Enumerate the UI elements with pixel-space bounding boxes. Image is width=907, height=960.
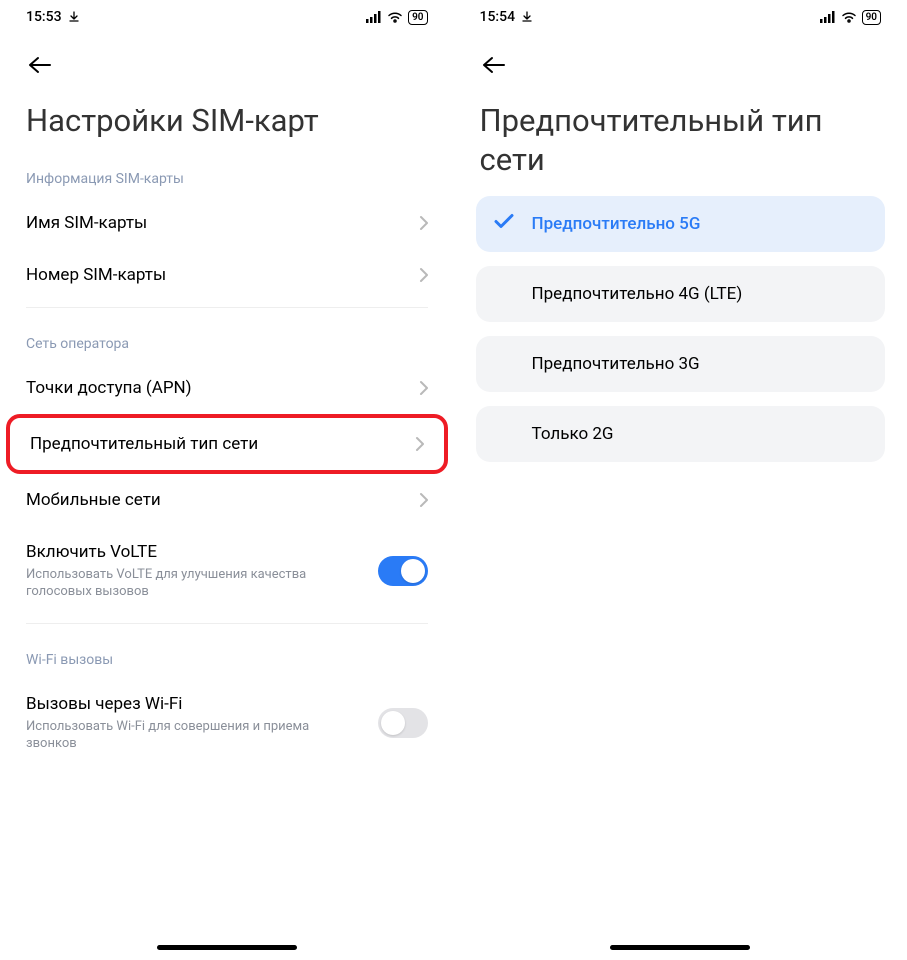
signal-icon [366, 11, 382, 23]
battery-level: 90 [412, 11, 423, 24]
row-sim-number[interactable]: Номер SIM-карты [0, 249, 454, 301]
signal-icon [820, 11, 836, 23]
option-2g[interactable]: Только 2G [476, 406, 886, 462]
phone-right: 15:54 90 Предпочтительный тип сети [454, 0, 907, 960]
status-time: 15:53 [26, 9, 62, 25]
row-wifi-calling[interactable]: Вызовы через Wi-Fi Использовать Wi-Fi дл… [0, 678, 454, 769]
row-label: Предпочтительный тип сети [30, 434, 415, 454]
status-time: 15:54 [480, 9, 516, 25]
wifi-icon [387, 11, 403, 23]
chevron-right-icon [419, 215, 428, 231]
highlighted-row-preferred-network: Предпочтительный тип сети [6, 414, 448, 474]
chevron-right-icon [415, 436, 424, 452]
section-sim-info: Информация SIM-карты [0, 149, 454, 197]
option-label: Предпочтительно 4G (LTE) [532, 284, 743, 304]
chevron-right-icon [419, 267, 428, 283]
status-bar: 15:54 90 [454, 0, 907, 34]
row-sim-name[interactable]: Имя SIM-карты [0, 197, 454, 249]
nav-bar[interactable] [454, 945, 907, 950]
option-label: Предпочтительно 5G [532, 214, 701, 234]
row-label: Имя SIM-карты [26, 213, 409, 233]
battery-indicator: 90 [408, 10, 427, 25]
nav-bar[interactable] [0, 945, 454, 950]
row-apn[interactable]: Точки доступа (APN) [0, 362, 454, 414]
page-title: Предпочтительный тип сети [454, 80, 907, 188]
row-label: Включить VoLTE [26, 542, 378, 562]
row-volte[interactable]: Включить VoLTE Использовать VoLTE для ул… [0, 526, 454, 617]
option-label: Только 2G [532, 424, 614, 444]
row-label: Номер SIM-карты [26, 265, 409, 285]
chevron-right-icon [419, 380, 428, 396]
download-icon [68, 11, 80, 23]
divider [26, 623, 428, 624]
section-wifi-calls: Wi-Fi вызовы [0, 630, 454, 678]
option-4g[interactable]: Предпочтительно 4G (LTE) [476, 266, 886, 322]
volte-toggle[interactable] [378, 556, 428, 586]
battery-indicator: 90 [862, 10, 881, 25]
option-3g[interactable]: Предпочтительно 3G [476, 336, 886, 392]
row-sublabel: Использовать Wi-Fi для совершения и прие… [26, 718, 326, 753]
row-mobile-networks[interactable]: Мобильные сети [0, 474, 454, 526]
row-label: Мобильные сети [26, 490, 419, 510]
row-label: Точки доступа (APN) [26, 378, 419, 398]
option-5g[interactable]: Предпочтительно 5G [476, 196, 886, 252]
wifi-icon [841, 11, 857, 23]
wifi-call-toggle[interactable] [378, 708, 428, 738]
back-arrow-icon[interactable] [26, 56, 428, 74]
row-label: Вызовы через Wi-Fi [26, 694, 378, 714]
network-options-list: Предпочтительно 5G Предпочтительно 4G (L… [454, 188, 907, 484]
status-bar: 15:53 90 [0, 0, 454, 34]
page-title: Настройки SIM-карт [0, 80, 454, 149]
section-operator: Сеть оператора [0, 314, 454, 362]
chevron-right-icon [419, 492, 428, 508]
divider [26, 307, 428, 308]
phone-left: 15:53 90 Настройки SIM-карт Информация S… [0, 0, 454, 960]
row-sublabel: Использовать VoLTE для улучшения качеств… [26, 566, 326, 601]
download-icon [521, 11, 533, 23]
back-arrow-icon[interactable] [480, 56, 882, 74]
battery-level: 90 [866, 11, 877, 24]
check-icon [494, 213, 514, 234]
option-label: Предпочтительно 3G [532, 354, 700, 374]
row-preferred-network[interactable]: Предпочтительный тип сети [10, 418, 444, 470]
